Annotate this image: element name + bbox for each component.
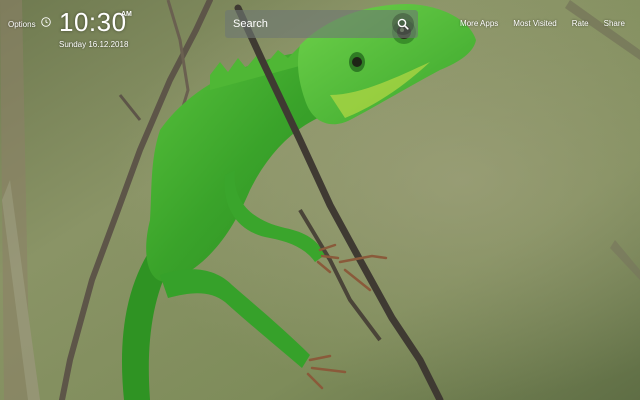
options-label[interactable]: Options xyxy=(8,20,36,29)
clock-date: Sunday 16.12.2018 xyxy=(59,40,129,49)
top-nav: More Apps Most Visited Rate Share xyxy=(445,19,625,28)
wallpaper-image xyxy=(0,0,640,400)
clock-widget: 10:30 AM Sunday 16.12.2018 xyxy=(59,7,132,49)
options-link[interactable]: Options xyxy=(8,14,36,32)
clock-time: 10:30 xyxy=(59,7,127,37)
search-icon xyxy=(397,18,409,30)
search-input[interactable] xyxy=(233,10,383,38)
nav-rate[interactable]: Rate xyxy=(572,19,589,28)
clock-icon[interactable] xyxy=(41,14,51,27)
search-button[interactable] xyxy=(392,13,414,35)
clock-ampm: AM xyxy=(121,11,132,18)
search-box[interactable] xyxy=(225,10,418,38)
nav-most-visited[interactable]: Most Visited xyxy=(513,19,556,28)
nav-share[interactable]: Share xyxy=(604,19,625,28)
nav-more-apps[interactable]: More Apps xyxy=(460,19,498,28)
